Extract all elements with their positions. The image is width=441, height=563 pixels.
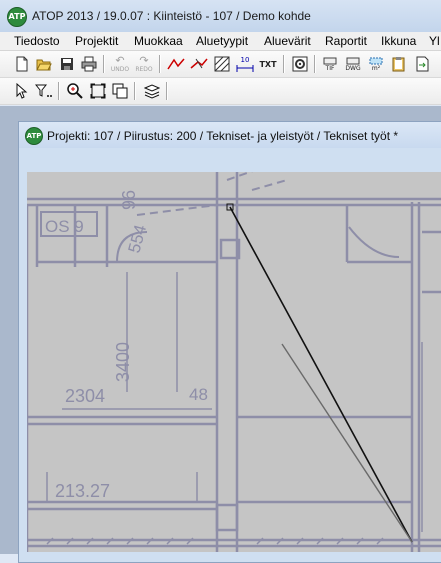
- polyline-icon: [167, 58, 185, 70]
- tif-export-button[interactable]: TIF: [320, 54, 340, 74]
- tif-label: TIF: [325, 64, 335, 72]
- drawing-canvas[interactable]: OS 9 96 554 3400 2304 48 213.27: [27, 172, 441, 552]
- dimension-icon: [236, 64, 254, 72]
- zoom-extents-button[interactable]: [88, 81, 108, 101]
- drawing-window-title-bar[interactable]: ATP Projekti: 107 / Piirustus: 200 / Tek…: [19, 122, 441, 148]
- gear-icon: [292, 56, 308, 72]
- dwg-export-button[interactable]: DWG: [343, 54, 363, 74]
- new-file-icon: [16, 56, 28, 72]
- layers-button[interactable]: [142, 81, 162, 101]
- floppy-disk-icon: [61, 58, 73, 70]
- atop-app-icon: ATP: [7, 7, 27, 27]
- save-button[interactable]: [57, 54, 77, 74]
- undo-button[interactable]: ↶ UNDO: [110, 54, 130, 74]
- window-title: ATOP 2013 / 19.0.07 : Kiinteistö - 107 /…: [32, 9, 311, 23]
- mdi-workspace: ATP Projekti: 107 / Piirustus: 200 / Tek…: [0, 106, 441, 563]
- title-bar: ATP ATOP 2013 / 19.0.07 : Kiinteistö - 1…: [0, 0, 441, 33]
- selection-toolbar: [0, 78, 441, 105]
- layers-icon: [144, 84, 160, 99]
- hatch-tool-button[interactable]: [212, 54, 232, 74]
- dim-label-3400: 3400: [113, 342, 133, 382]
- menu-bar: Tiedosto Projektit Muokkaa Aluetyypit Al…: [0, 32, 441, 51]
- drawn-line[interactable]: [229, 206, 413, 543]
- printer-icon: [81, 56, 97, 72]
- redo-label: REDO: [135, 65, 153, 73]
- dwg-icon: [346, 57, 360, 64]
- tif-icon: [323, 57, 337, 64]
- new-file-button[interactable]: [12, 54, 32, 74]
- text-tool-button[interactable]: TXT: [258, 54, 278, 74]
- main-toolbar: ↶ UNDO ↷ REDO 10 TXT TIF DWG m²: [0, 51, 441, 78]
- atop-doc-icon: ATP: [25, 127, 43, 145]
- export-button[interactable]: [412, 54, 432, 74]
- arrow-cursor-icon: [16, 83, 28, 99]
- print-button[interactable]: [79, 54, 99, 74]
- line-cut-icon: [190, 58, 208, 69]
- area-button[interactable]: m²: [366, 54, 386, 74]
- menu-muokkaa[interactable]: Muokkaa: [134, 34, 183, 48]
- select-tool-button[interactable]: [12, 81, 32, 101]
- open-button[interactable]: [34, 54, 54, 74]
- folder-open-icon: [36, 59, 52, 71]
- dim-label-2304: 2304: [65, 386, 105, 406]
- document-arrow-icon: [416, 56, 429, 72]
- area-label: m²: [371, 64, 381, 72]
- redo-button[interactable]: ↷ REDO: [134, 54, 154, 74]
- hatch-icon: [214, 56, 230, 72]
- menu-tiedosto[interactable]: Tiedosto: [14, 34, 60, 48]
- filter-icon: [35, 84, 52, 97]
- dwg-label: DWG: [345, 64, 361, 72]
- dim-label-48: 48: [189, 385, 208, 404]
- dimension-value: 10: [240, 55, 250, 64]
- menu-ikkuna[interactable]: Ikkuna: [381, 34, 416, 48]
- undo-label: UNDO: [110, 65, 130, 73]
- dimension-tool-button[interactable]: 10: [235, 54, 255, 74]
- area-label-213: 213.27: [55, 481, 110, 501]
- room-code-label: OS 9: [45, 217, 84, 236]
- report-button[interactable]: [389, 54, 409, 74]
- text-tool-label: TXT: [259, 59, 277, 69]
- menu-overflow[interactable]: Yl: [429, 34, 440, 48]
- menu-aluetyypit[interactable]: Aluetyypit: [196, 34, 248, 48]
- drawing-window-title: Projekti: 107 / Piirustus: 200 / Teknise…: [47, 129, 399, 143]
- settings-button[interactable]: [290, 54, 310, 74]
- clipboard-icon: [392, 57, 405, 72]
- menu-raportit[interactable]: Raportit: [325, 34, 367, 48]
- floor-plan-drawing: OS 9 96 554 3400 2304 48 213.27: [27, 172, 441, 552]
- delete-line-tool-button[interactable]: [189, 54, 209, 74]
- filter-select-button[interactable]: [34, 81, 54, 101]
- magnifier-icon: [67, 83, 83, 99]
- drawing-window: ATP Projekti: 107 / Piirustus: 200 / Tek…: [18, 121, 441, 563]
- zoom-extents-icon: [90, 83, 106, 99]
- drawn-line-secondary[interactable]: [281, 343, 413, 543]
- windows-icon: [112, 83, 128, 99]
- menu-aluevarit[interactable]: Aluevärit: [264, 34, 311, 48]
- menu-projektit[interactable]: Projektit: [75, 34, 118, 48]
- redo-arrow-icon: ↷: [139, 53, 149, 67]
- area-icon: [369, 57, 383, 64]
- zoom-previous-button[interactable]: [110, 81, 130, 101]
- zoom-button[interactable]: [65, 81, 85, 101]
- dim-label-96: 96: [119, 190, 139, 210]
- polyline-tool-button[interactable]: [166, 54, 186, 74]
- dim-label-554: 554: [125, 223, 151, 255]
- undo-arrow-icon: ↶: [115, 53, 125, 67]
